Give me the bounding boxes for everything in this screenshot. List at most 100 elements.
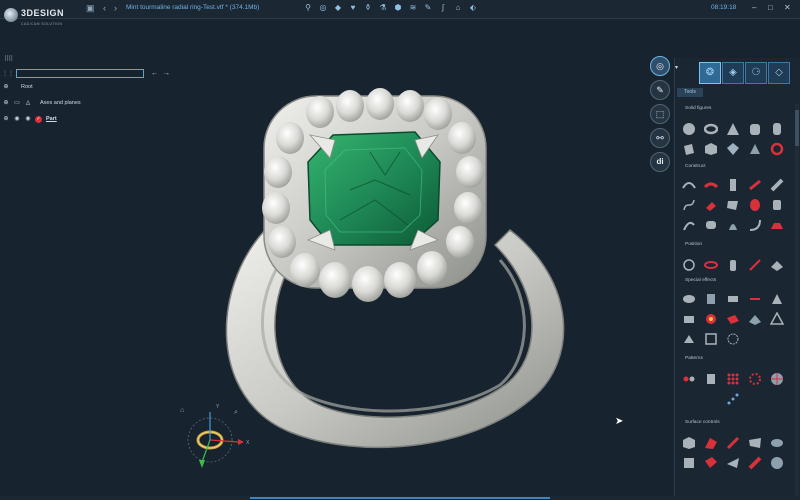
cone-tool-icon[interactable] bbox=[724, 120, 741, 137]
tab-tools[interactable]: Tools bbox=[677, 88, 703, 97]
knot-tool-icon[interactable] bbox=[768, 310, 785, 327]
pyramid-tool-icon[interactable] bbox=[746, 140, 763, 157]
cage-tool-icon[interactable] bbox=[702, 454, 719, 471]
gift-icon[interactable]: ⌂ bbox=[453, 2, 463, 14]
twist-surface-tool-icon[interactable] bbox=[746, 454, 763, 471]
wrap-icon[interactable]: ≋ bbox=[408, 2, 418, 14]
split-tool-icon[interactable] bbox=[680, 310, 697, 327]
twist-tool-icon[interactable] bbox=[724, 216, 741, 233]
offset-tool-icon[interactable] bbox=[724, 196, 741, 213]
patch-tool-icon[interactable] bbox=[746, 196, 763, 213]
close-button[interactable]: ✕ bbox=[784, 3, 791, 12]
pipe-tool-icon[interactable] bbox=[768, 176, 785, 193]
coil-tool-icon[interactable] bbox=[702, 216, 719, 233]
revolve-tool-icon[interactable] bbox=[724, 176, 741, 193]
tube-tool-icon[interactable] bbox=[768, 120, 785, 137]
emboss-tool-icon[interactable] bbox=[746, 290, 763, 307]
deform-tool-icon[interactable] bbox=[702, 434, 719, 451]
net-tool-icon[interactable] bbox=[724, 330, 741, 347]
radial-pattern-tool-icon[interactable] bbox=[702, 370, 719, 387]
path-pattern-tool-icon[interactable] bbox=[724, 390, 741, 407]
shell-tool-icon[interactable] bbox=[768, 196, 785, 213]
visibility-icon[interactable]: ◬ bbox=[24, 99, 32, 107]
extrude-tool-icon[interactable] bbox=[702, 196, 719, 213]
grid-pattern-tool-icon[interactable] bbox=[724, 370, 741, 387]
wire-tool-icon[interactable] bbox=[680, 216, 697, 233]
rotate-tool-icon[interactable] bbox=[680, 256, 697, 273]
tree-item-part[interactable]: ⊕ ◉ ◉ ✓ Part bbox=[2, 115, 57, 123]
spline-tool-icon[interactable] bbox=[680, 196, 697, 213]
pull-tool-icon[interactable] bbox=[724, 454, 741, 471]
minimize-button[interactable]: – bbox=[752, 3, 756, 12]
panel-grip-icon[interactable]: ⠿⠿ bbox=[4, 55, 13, 63]
ring-icon[interactable]: ◎ bbox=[650, 56, 670, 76]
curve-icon[interactable]: ∫ bbox=[438, 2, 448, 14]
tree-item-root[interactable]: ⊕ Root bbox=[2, 83, 32, 91]
tag-icon[interactable]: ⬖ bbox=[468, 2, 478, 14]
collapse-button[interactable]: ← bbox=[151, 70, 158, 77]
torus-tool-icon[interactable] bbox=[702, 120, 719, 137]
bend-tool-icon[interactable] bbox=[746, 216, 763, 233]
loft-tool-icon[interactable] bbox=[746, 176, 763, 193]
orientation-gizmo[interactable]: Y X ⌂ ⌕ bbox=[172, 402, 252, 476]
gem-icon[interactable]: ◈ bbox=[722, 62, 744, 84]
scale-tool-icon[interactable] bbox=[746, 256, 763, 273]
expand-plus-icon[interactable]: ⊕ bbox=[2, 99, 10, 107]
tools-scrollbar[interactable] bbox=[795, 104, 799, 498]
gem-shape-tool-icon[interactable] bbox=[724, 140, 741, 157]
wrap-effect-tool-icon[interactable] bbox=[768, 290, 785, 307]
tree-search-input[interactable] bbox=[16, 69, 144, 78]
fill-tool-icon[interactable] bbox=[724, 310, 741, 327]
active-check-icon[interactable]: ✓ bbox=[35, 115, 42, 123]
move-tool-icon[interactable] bbox=[702, 256, 719, 273]
ring-shape-tool-icon[interactable] bbox=[768, 140, 785, 157]
vase-icon[interactable]: ⚗ bbox=[378, 2, 388, 14]
heart-icon[interactable]: ♥ bbox=[348, 2, 358, 14]
cube-icon[interactable]: ⬚ bbox=[650, 104, 670, 124]
pencil-icon[interactable]: ✎ bbox=[650, 80, 670, 100]
cube-surface-tool-icon[interactable] bbox=[680, 434, 697, 451]
save-icon[interactable]: ▣ bbox=[86, 3, 95, 14]
tree-icon[interactable]: ⚆ bbox=[745, 62, 767, 84]
cut-tool-icon[interactable] bbox=[680, 330, 697, 347]
eye-icon[interactable]: ◉ bbox=[24, 115, 32, 123]
diamond-settings-icon[interactable]: ◇ bbox=[768, 62, 790, 84]
maximize-button[interactable]: □ bbox=[768, 3, 773, 12]
lattice-tool-icon[interactable] bbox=[702, 330, 719, 347]
bevel-tool-icon[interactable] bbox=[746, 310, 763, 327]
smooth-tool-icon[interactable] bbox=[746, 434, 763, 451]
tabs-dropdown-icon[interactable]: ▾ bbox=[675, 64, 678, 71]
bottle-icon[interactable]: ⚱ bbox=[363, 2, 373, 14]
pendant-icon[interactable]: ⚲ bbox=[303, 2, 313, 14]
project-tool-icon[interactable] bbox=[768, 216, 785, 233]
place-tool-icon[interactable] bbox=[768, 256, 785, 273]
tree-item-axes[interactable]: ⊕ ▭ ◬ Axes and planes bbox=[2, 99, 80, 107]
stretch-tool-icon[interactable] bbox=[724, 434, 741, 451]
morph-tool-icon[interactable] bbox=[680, 290, 697, 307]
flatten-tool-icon[interactable] bbox=[768, 434, 785, 451]
gem-icon[interactable]: ◆ bbox=[333, 2, 343, 14]
network-icon[interactable]: ⚯ bbox=[650, 128, 670, 148]
texture-tool-icon[interactable] bbox=[702, 290, 719, 307]
curve-tool-icon[interactable] bbox=[680, 176, 697, 193]
cluster-icon[interactable]: ❂ bbox=[699, 62, 721, 84]
scroll-thumb[interactable] bbox=[795, 110, 799, 146]
sphere-surface-tool-icon[interactable] bbox=[768, 454, 785, 471]
color-tool-icon[interactable] bbox=[702, 310, 719, 327]
box-tool-icon[interactable] bbox=[702, 140, 719, 157]
nav-forward-button[interactable]: › bbox=[114, 3, 117, 13]
shield-icon[interactable]: ⬢ bbox=[393, 2, 403, 14]
expand-plus-icon[interactable]: ⊕ bbox=[2, 115, 10, 123]
sphere-pattern-tool-icon[interactable] bbox=[768, 370, 785, 387]
linear-pattern-tool-icon[interactable] bbox=[680, 370, 697, 387]
sign-icon[interactable]: ✎ bbox=[423, 2, 433, 14]
circle-pattern-tool-icon[interactable] bbox=[746, 370, 763, 387]
sweep-tool-icon[interactable] bbox=[702, 176, 719, 193]
di-icon[interactable]: di bbox=[650, 152, 670, 172]
prism-tool-icon[interactable] bbox=[680, 140, 697, 157]
cylinder-tool-icon[interactable] bbox=[746, 120, 763, 137]
box-surface-tool-icon[interactable] bbox=[680, 454, 697, 471]
align-tool-icon[interactable] bbox=[724, 256, 741, 273]
drag-handle-icon[interactable]: ⋮⋮ bbox=[2, 70, 14, 77]
sphere-tool-icon[interactable] bbox=[680, 120, 697, 137]
